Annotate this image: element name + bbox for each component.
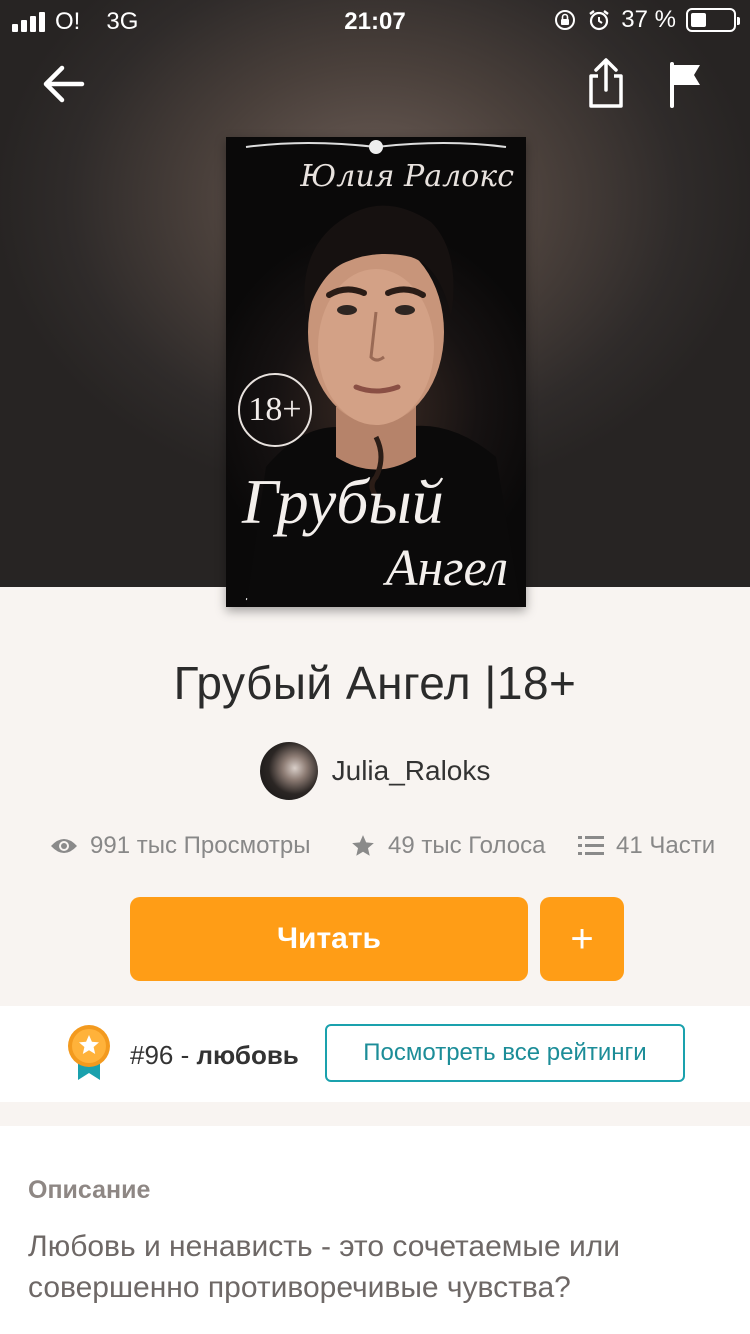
ranking-position: #96 - <box>130 1040 190 1070</box>
author-row[interactable]: Julia_Raloks <box>0 740 750 802</box>
back-button[interactable] <box>38 58 90 110</box>
book-title: Грубый Ангел |18+ <box>173 657 577 709</box>
ranking-category: любовь <box>196 1040 299 1070</box>
cover-age-badge: 18+ <box>238 373 312 447</box>
rotation-lock-icon <box>555 10 576 30</box>
alarm-icon <box>589 10 610 31</box>
cover-title-line1: Грубый <box>242 466 444 537</box>
votes-count: 49 тыс Голоса <box>388 832 546 859</box>
author-name[interactable]: Julia_Raloks <box>332 755 491 787</box>
add-to-library-button[interactable]: + <box>540 897 624 981</box>
cover-author: Юлия Ралокс <box>300 159 514 194</box>
views-count: 991 тыс Просмотры <box>90 832 311 859</box>
battery-icon <box>686 8 740 32</box>
book-stats: 991 тыс Просмотры 49 тыс Голоса 41 Части <box>0 832 750 868</box>
battery-fill <box>691 13 706 27</box>
book-cover[interactable]: Юлия Ралокс 18+ Грубый Ангел <box>226 137 526 607</box>
ranking-card: #96 - любовь Посмотреть все рейтинги <box>0 1006 750 1102</box>
stat-votes: 49 тыс Голоса <box>350 832 545 860</box>
description-text: Любовь и ненависть - это сочетаемые или … <box>28 1230 621 1304</box>
battery-percent: 37 % <box>621 6 676 33</box>
report-flag-button[interactable] <box>664 60 708 110</box>
description-card: Описание Любовь и ненависть - это сочета… <box>0 1126 750 1334</box>
list-icon <box>578 836 604 855</box>
hero-header: O! 3G 21:07 37 % Юлия Ралокс 18+ Грубый … <box>0 0 750 607</box>
view-all-rankings-button[interactable]: Посмотреть все рейтинги <box>325 1024 685 1082</box>
status-bar: O! 3G 21:07 37 % <box>0 0 750 40</box>
author-avatar[interactable] <box>259 742 318 800</box>
ranking-badge-icon <box>68 1025 110 1080</box>
read-button[interactable]: Читать <box>130 897 528 981</box>
eye-icon <box>51 839 77 853</box>
share-button[interactable] <box>582 56 630 112</box>
parts-count: 41 Части <box>616 832 716 859</box>
stat-parts: 41 Части <box>578 832 715 860</box>
stat-views: 991 тыс Просмотры <box>50 832 310 860</box>
cover-title-line2: Ангел <box>385 540 508 597</box>
ranking-text: #96 - любовь <box>130 1040 299 1071</box>
star-icon <box>352 835 374 856</box>
description-heading: Описание <box>28 1176 151 1204</box>
